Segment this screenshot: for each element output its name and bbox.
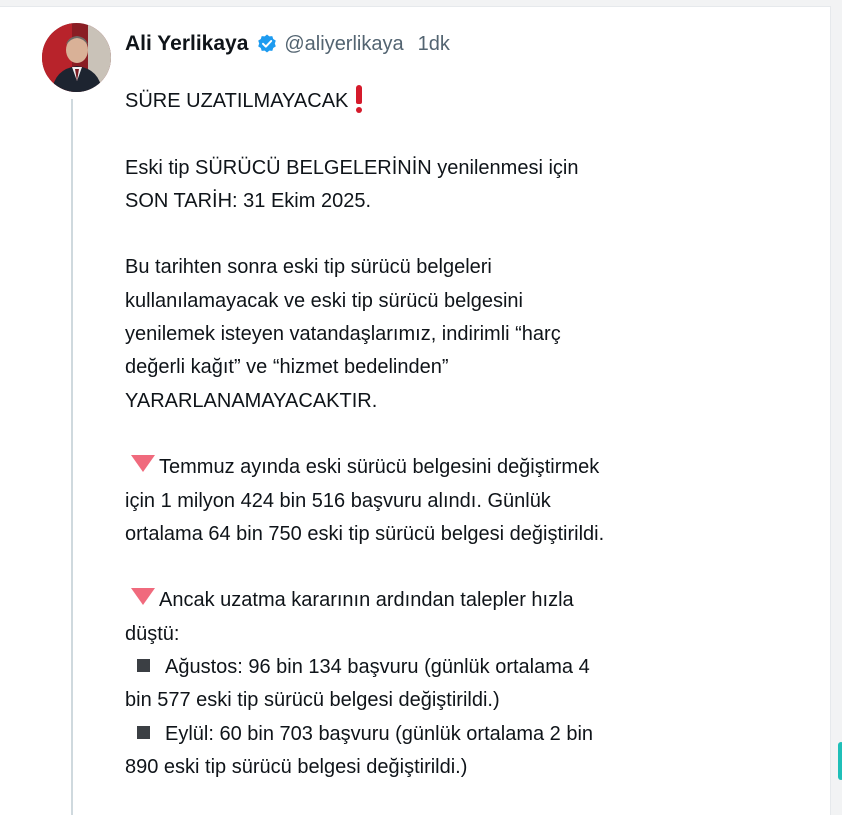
author-handle[interactable]: @aliyerlikaya [284, 33, 403, 56]
text-line: kullanılamayacak ve eski tip sürücü belg… [125, 289, 523, 312]
black-square-icon [137, 659, 150, 673]
text-line: Eylül: 60 bin 703 başvuru (günlük ortala… [125, 718, 745, 751]
text-line: Temmuz ayında eski sürücü belgesini deği… [125, 451, 745, 484]
text-line: düştü: [125, 622, 180, 645]
text-line: Ancak uzatma kararının ardından talepler… [125, 584, 745, 617]
avatar[interactable] [42, 23, 111, 92]
post-text: SÜRE UZATILMAYACAK Eski tip SÜRÜCÜ BELGE… [125, 83, 745, 784]
red-down-triangle-icon [131, 588, 155, 606]
headline-text: SÜRE UZATILMAYACAK [125, 90, 349, 112]
text-line: SÜRE UZATILMAYACAK [125, 83, 745, 118]
thread-line [71, 99, 73, 815]
red-exclamation-icon [354, 83, 364, 113]
text-line: ortalama 64 bin 750 eski tip sürücü belg… [125, 522, 605, 545]
black-square-icon [137, 725, 150, 739]
text-line: değerli kağıt” ve “hizmet bedelinden” [125, 356, 449, 379]
text-span: Ağustos: 96 bin 134 başvuru (günlük orta… [165, 656, 590, 679]
text-span: Ancak uzatma kararının ardından talepler… [159, 589, 574, 612]
side-scroll-handle[interactable] [838, 742, 842, 780]
post-timestamp[interactable]: 1dk [418, 33, 450, 56]
text-line: YARARLANAMAYACAKTIR. [125, 389, 378, 412]
post-card: Ali Yerlikaya @aliyerlikaya 1dk SÜRE UZA… [0, 6, 831, 815]
text-line: 890 eski tip sürücü belgesi değiştirildi… [125, 755, 468, 778]
text-span: Temmuz ayında eski sürücü belgesini deği… [159, 456, 600, 479]
red-down-triangle-icon [131, 455, 155, 473]
text-line: için 1 milyon 424 bin 516 başvuru alındı… [125, 489, 551, 512]
text-line: yenilemek isteyen vatandaşlarımız, indir… [125, 323, 561, 346]
verified-badge-icon [256, 33, 278, 55]
text-line: SON TARİH: 31 Ekim 2025. [125, 189, 372, 212]
author-name[interactable]: Ali Yerlikaya [125, 32, 248, 56]
post-header: Ali Yerlikaya @aliyerlikaya 1dk [125, 29, 450, 59]
text-line: Bu tarihten sonra eski tip sürücü belgel… [125, 256, 492, 279]
text-line: Eski tip SÜRÜCÜ BELGELERİNİN yenilenmesi… [125, 156, 579, 179]
text-line: bin 577 eski tip sürücü belgesi değiştir… [125, 689, 500, 712]
text-line: Ağustos: 96 bin 134 başvuru (günlük orta… [125, 651, 745, 684]
text-span: Eylül: 60 bin 703 başvuru (günlük ortala… [165, 722, 594, 745]
